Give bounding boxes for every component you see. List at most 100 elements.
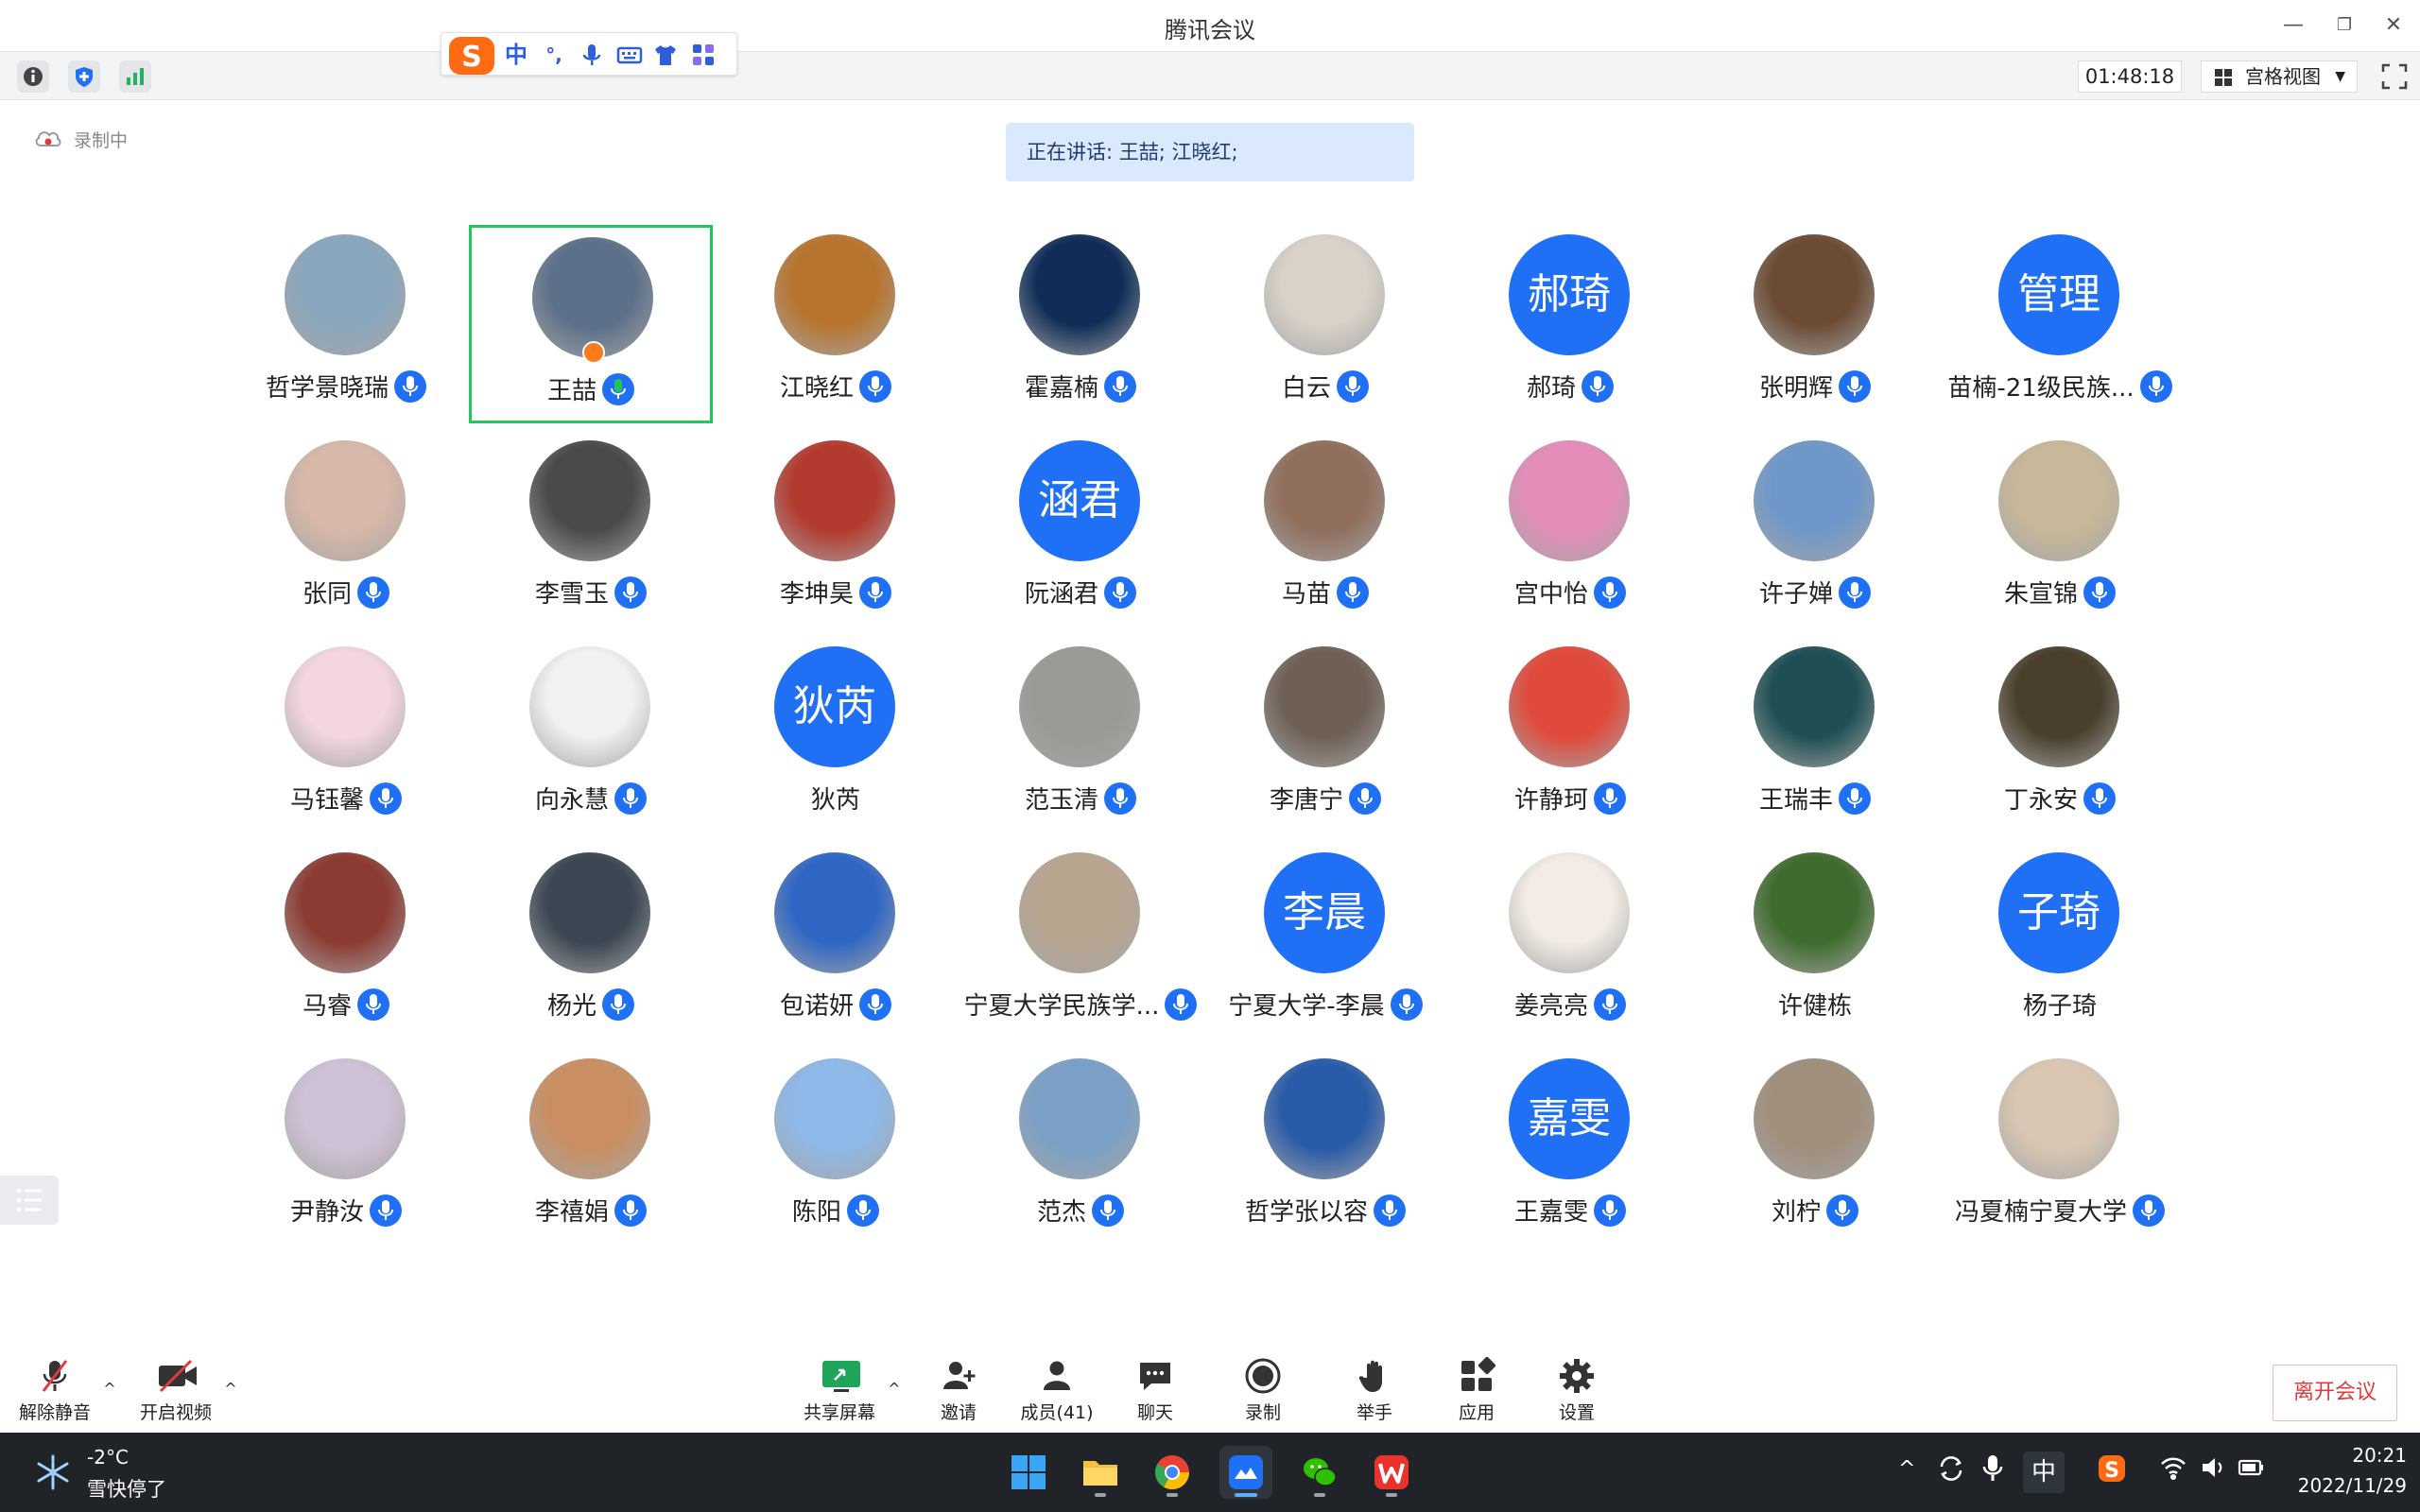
ime-mode-toggle[interactable]: 中 xyxy=(502,41,530,69)
participant-tile[interactable]: 李坤昊 xyxy=(714,431,958,629)
start-button[interactable] xyxy=(1002,1446,1055,1499)
participant-tile[interactable]: 许静珂 xyxy=(1448,637,1692,835)
ime-mic-icon[interactable] xyxy=(578,41,606,69)
participant-tile[interactable]: 包诺妍 xyxy=(714,843,958,1041)
start-video-button[interactable]: 开启视频 xyxy=(129,1357,223,1433)
participant-tile[interactable]: 江晓红 xyxy=(714,225,958,423)
settings-button[interactable]: 设置 xyxy=(1530,1357,1624,1433)
participant-name-line: 宫中怡 xyxy=(1429,575,1711,610)
participant-name: 哲学张以容 xyxy=(1244,1198,1368,1227)
tray-overflow-caret[interactable]: ^ xyxy=(1898,1457,1915,1481)
leave-meeting-button[interactable]: 离开会议 xyxy=(2273,1365,2397,1421)
audio-options-caret[interactable]: ^ xyxy=(100,1380,119,1399)
ime-skin-icon[interactable] xyxy=(651,41,680,69)
clock-date[interactable]: 2022/11/29 xyxy=(2284,1474,2407,1497)
volume-icon[interactable] xyxy=(2199,1453,2227,1487)
taskbar-tencent-meeting[interactable] xyxy=(1219,1446,1272,1499)
participant-tile[interactable]: 丁永安 xyxy=(1938,637,2182,835)
taskbar-wechat[interactable] xyxy=(1293,1446,1346,1499)
participant-tile[interactable]: 嘉雯 王嘉雯 xyxy=(1448,1049,1692,1247)
taskbar-file-explorer[interactable] xyxy=(1074,1446,1127,1499)
participant-tile[interactable]: 朱宣锦 xyxy=(1938,431,2182,629)
participant-tile[interactable]: 李禧娟 xyxy=(469,1049,713,1247)
participant-tile[interactable]: 姜亮亮 xyxy=(1448,843,1692,1041)
participant-tile[interactable]: 冯夏楠宁夏大学 xyxy=(1938,1049,2182,1247)
participant-tile[interactable]: 霍嘉楠 xyxy=(959,225,1202,423)
signal-icon[interactable] xyxy=(119,60,151,93)
participant-name-line: 范玉清 xyxy=(940,781,1221,816)
unmute-button[interactable]: 解除静音 xyxy=(8,1357,102,1433)
weather-description[interactable]: 雪快停了 xyxy=(87,1474,166,1503)
microphone-icon[interactable] xyxy=(1979,1453,2006,1489)
snow-weather-icon[interactable] xyxy=(34,1453,72,1491)
participant-tile[interactable]: 尹静汝 xyxy=(224,1049,468,1247)
record-button[interactable]: 录制 xyxy=(1216,1357,1310,1433)
mic-muted-icon xyxy=(36,1357,74,1395)
minimize-button[interactable]: — xyxy=(2273,9,2314,42)
participant-tile[interactable]: 马睿 xyxy=(224,843,468,1041)
apps-button[interactable]: 应用 xyxy=(1429,1356,1524,1433)
participant-tile[interactable]: 郝琦 郝琦 xyxy=(1448,225,1692,423)
side-panel-toggle[interactable] xyxy=(0,1176,59,1225)
participant-tile[interactable]: 张同 xyxy=(224,431,468,629)
clock-time[interactable]: 20:21 xyxy=(2284,1444,2407,1467)
participant-tile[interactable]: 狄芮 狄芮 xyxy=(714,637,958,835)
participant-tile[interactable]: 张明辉 xyxy=(1693,225,1937,423)
participant-tile[interactable]: 李雪玉 xyxy=(469,431,713,629)
shield-icon[interactable] xyxy=(68,60,100,93)
participant-tile[interactable]: 许健栋 xyxy=(1693,843,1937,1041)
fullscreen-icon[interactable] xyxy=(2380,62,2409,91)
participant-tile[interactable]: 子琦 杨子琦 xyxy=(1938,843,2182,1041)
participant-tile[interactable]: 范杰 xyxy=(959,1049,1202,1247)
participant-tile[interactable]: 涵君 阮涵君 xyxy=(959,431,1202,629)
participant-tile[interactable]: 陈阳 xyxy=(714,1049,958,1247)
share-options-caret[interactable]: ^ xyxy=(885,1380,904,1399)
info-icon[interactable] xyxy=(17,60,49,93)
participant-tile[interactable]: 王喆 xyxy=(469,225,713,423)
participant-tile[interactable]: 马苗 xyxy=(1203,431,1447,629)
participant-tile[interactable]: 白云 xyxy=(1203,225,1447,423)
sync-icon[interactable] xyxy=(1936,1453,1966,1489)
participant-tile[interactable]: 李唐宁 xyxy=(1203,637,1447,835)
participant-tile[interactable]: 杨光 xyxy=(469,843,713,1041)
video-options-caret[interactable]: ^ xyxy=(221,1380,240,1399)
participant-name-line: 白云 xyxy=(1184,369,1466,404)
participant-name-line: 向永慧 xyxy=(450,781,732,816)
participant-name: 朱宣锦 xyxy=(2003,580,2078,609)
participant-tile[interactable]: 管理 苗楠-21级民族... xyxy=(1938,225,2182,423)
share-screen-button[interactable]: 共享屏幕 xyxy=(792,1357,887,1433)
restore-button[interactable]: ❐ xyxy=(2324,9,2365,42)
participant-name: 王瑞丰 xyxy=(1758,786,1833,815)
raise-hand-button[interactable]: 举手 xyxy=(1327,1357,1422,1433)
ime-keyboard-icon[interactable] xyxy=(615,41,644,69)
participant-tile[interactable]: 马钰馨 xyxy=(224,637,468,835)
participant-tile[interactable]: 李晨 宁夏大学-李晨 xyxy=(1203,843,1447,1041)
ime-punct-toggle[interactable]: °, xyxy=(540,41,568,69)
view-mode-dropdown[interactable]: 宫格视图 ▼ xyxy=(2201,60,2358,93)
participant-tile[interactable]: 范玉清 xyxy=(959,637,1202,835)
chat-button[interactable]: 聊天 xyxy=(1108,1357,1202,1433)
participant-tile[interactable]: 宁夏大学民族学... xyxy=(959,843,1202,1041)
avatar xyxy=(1264,440,1385,561)
sogou-tray-icon[interactable]: S xyxy=(2097,1453,2127,1489)
participant-tile[interactable]: 哲学景晓瑞 xyxy=(224,225,468,423)
taskbar-chrome[interactable] xyxy=(1146,1446,1199,1499)
weather-temperature[interactable]: -2°C xyxy=(87,1446,129,1469)
participant-tile[interactable]: 王瑞丰 xyxy=(1693,637,1937,835)
mic-icon xyxy=(2133,1194,2165,1227)
ime-toolbox-icon[interactable] xyxy=(689,41,717,69)
ime-toolbar[interactable]: S 中 °, xyxy=(441,32,737,76)
close-button[interactable]: ✕ xyxy=(2373,9,2414,42)
battery-icon[interactable] xyxy=(2237,1453,2267,1487)
participant-tile[interactable]: 哲学张以容 xyxy=(1203,1049,1447,1247)
avatar xyxy=(285,234,406,355)
participant-tile[interactable]: 许子婵 xyxy=(1693,431,1937,629)
taskbar-wps[interactable] xyxy=(1365,1446,1418,1499)
participant-tile[interactable]: 宫中怡 xyxy=(1448,431,1692,629)
participant-tile[interactable]: 向永慧 xyxy=(469,637,713,835)
participant-tile[interactable]: 刘柠 xyxy=(1693,1049,1937,1247)
ime-mode-indicator[interactable]: 中 xyxy=(2023,1452,2065,1493)
meeting-timer: 01:48:18 xyxy=(2078,60,2182,93)
wifi-icon[interactable] xyxy=(2159,1453,2187,1487)
mic-icon xyxy=(859,576,891,609)
